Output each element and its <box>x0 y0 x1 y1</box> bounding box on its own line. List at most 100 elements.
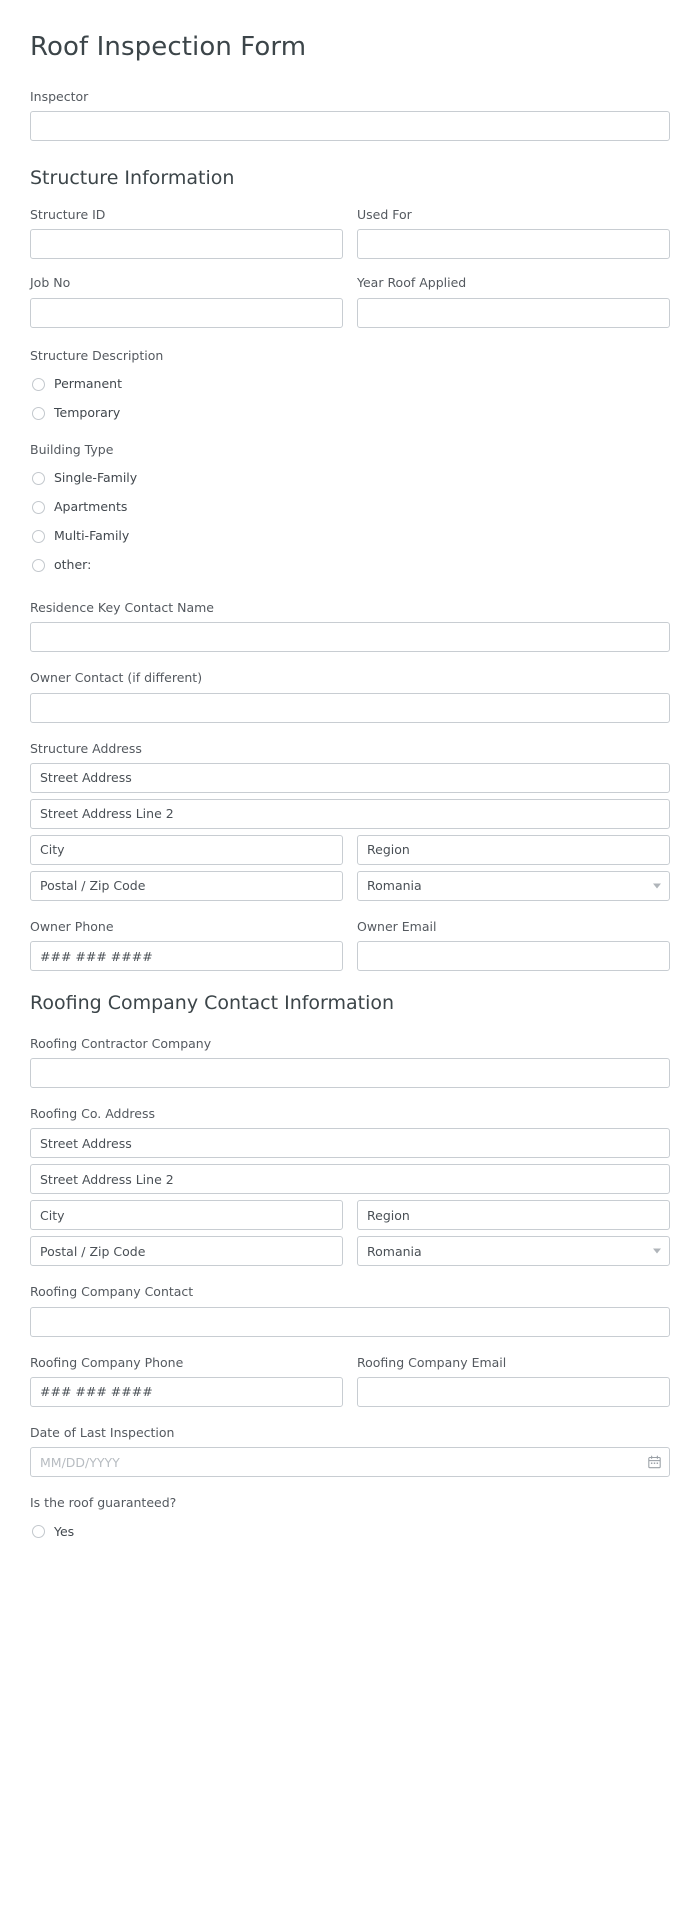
roofing-contractor-company-input[interactable] <box>30 1058 670 1089</box>
radio-label-apartments: Apartments <box>54 499 128 515</box>
roofing-address-region-input[interactable] <box>357 1200 670 1231</box>
radio-circle-icon <box>32 472 45 486</box>
radio-circle-icon <box>32 377 45 391</box>
roofing-address-postal-wrap <box>30 1236 343 1267</box>
year-roof-applied-label: Year Roof Applied <box>357 275 467 291</box>
roofing-company-contact-label: Roofing Company Contact <box>30 1284 194 1300</box>
roofing-address-street1-input[interactable] <box>30 1128 670 1159</box>
job-no-label: Job No <box>30 275 71 291</box>
structure-address-city-input[interactable] <box>30 834 343 865</box>
radio-option-yes[interactable]: Yes <box>30 1517 670 1546</box>
field-structure-id: Structure ID <box>30 207 343 260</box>
used-for-input[interactable] <box>357 229 670 260</box>
radio-circle-icon <box>32 406 45 420</box>
structure-address-city-wrap <box>30 834 343 865</box>
field-roofing-company-phone: Roofing Company Phone <box>30 1355 343 1407</box>
radio-option-other[interactable]: other: <box>30 551 670 580</box>
structure-address-region-wrap <box>357 834 670 865</box>
chevron-down-icon <box>653 883 661 889</box>
field-date-of-last-inspection: Date of Last Inspection <box>30 1424 670 1478</box>
radio-label-permanent: Permanent <box>54 376 122 392</box>
roofing-co-address-label: Roofing Co. Address <box>30 1106 156 1122</box>
structure-address-postal-country-row: Romania <box>30 870 670 901</box>
radio-circle-icon <box>32 559 45 573</box>
radio-circle-icon <box>32 530 45 544</box>
roofing-company-phone-label: Roofing Company Phone <box>30 1354 184 1370</box>
owner-phone-label: Owner Phone <box>30 918 114 934</box>
roofing-address-city-input[interactable] <box>30 1200 343 1231</box>
structure-address-postal-input[interactable] <box>30 870 343 901</box>
structure-address-street2-input[interactable] <box>30 798 670 829</box>
date-of-last-inspection-input[interactable] <box>30 1447 670 1478</box>
calendar-icon[interactable] <box>648 1455 661 1469</box>
radio-label-yes: Yes <box>54 1523 75 1539</box>
structure-description-label: Structure Description <box>30 347 164 363</box>
roof-inspection-form: Roof Inspection Form Inspector Structure… <box>0 0 700 1546</box>
roofing-address-street2-input[interactable] <box>30 1164 670 1195</box>
owner-contact-label: Owner Contact (if different) <box>30 670 203 686</box>
owner-email-input[interactable] <box>357 941 670 972</box>
radio-option-single-family[interactable]: Single-Family <box>30 464 670 493</box>
roofing-address-postal-input[interactable] <box>30 1236 343 1267</box>
year-roof-applied-input[interactable] <box>357 297 670 328</box>
field-owner-phone: Owner Phone <box>30 918 343 972</box>
field-roofing-co-address: Roofing Co. Address Street Address Stree… <box>30 1106 670 1267</box>
roofing-address-street2-wrap <box>30 1164 670 1195</box>
field-roofing-contractor-company: Roofing Contractor Company <box>30 1035 670 1089</box>
roofing-company-contact-input[interactable] <box>30 1306 670 1337</box>
radio-label-temporary: Temporary <box>54 405 121 421</box>
structure-address-label: Structure Address <box>30 740 142 756</box>
field-job-no: Job No <box>30 275 343 328</box>
row-structure-id-used-for: Structure ID Used For <box>30 207 670 260</box>
row-roofing-company-phone-email: Roofing Company Phone Roofing Company Em… <box>30 1355 670 1407</box>
structure-address-street1-input[interactable] <box>30 762 670 793</box>
roofing-company-email-input[interactable] <box>357 1376 670 1407</box>
structure-address-city-region-row <box>30 834 670 865</box>
structure-description-radio-group: Permanent Temporary <box>30 370 670 428</box>
roofing-company-section: Roofing Company Contact Information Roof… <box>30 992 670 1546</box>
roofing-company-email-label: Roofing Company Email <box>357 1354 507 1370</box>
field-used-for: Used For <box>357 207 670 260</box>
structure-address-country-select[interactable]: Romania <box>357 870 670 901</box>
structure-address-country-wrap: Romania <box>357 870 670 901</box>
inspector-label: Inspector <box>30 89 89 105</box>
used-for-label: Used For <box>357 207 412 223</box>
structure-address-country-select-wrap: Romania <box>357 870 670 901</box>
field-building-type: Building Type Single-Family Apartments M… <box>30 442 670 580</box>
structure-id-input[interactable] <box>30 229 343 260</box>
roofing-address-city-wrap <box>30 1200 343 1231</box>
field-owner-contact: Owner Contact (if different) <box>30 670 670 723</box>
structure-address-street1-wrap <box>30 762 670 793</box>
inspector-input[interactable] <box>30 111 670 142</box>
chevron-down-icon <box>653 1248 661 1254</box>
field-structure-description: Structure Description Permanent Temporar… <box>30 348 670 428</box>
field-roofing-company-contact: Roofing Company Contact <box>30 1284 670 1337</box>
owner-email-label: Owner Email <box>357 918 437 934</box>
radio-option-permanent[interactable]: Permanent <box>30 370 670 399</box>
field-structure-address: Structure Address Street Address Street … <box>30 741 670 901</box>
field-roofing-company-email: Roofing Company Email <box>357 1355 670 1407</box>
owner-contact-input[interactable] <box>30 692 670 723</box>
field-residence-key-contact-name: Residence Key Contact Name <box>30 600 670 653</box>
radio-label-other: other: <box>54 557 92 573</box>
field-owner-email: Owner Email <box>357 918 670 972</box>
roofing-contractor-company-label: Roofing Contractor Company <box>30 1035 212 1051</box>
radio-option-temporary[interactable]: Temporary <box>30 399 670 428</box>
residence-key-contact-name-label: Residence Key Contact Name <box>30 600 215 616</box>
roofing-company-phone-input[interactable] <box>30 1376 343 1407</box>
radio-option-multi-family[interactable]: Multi-Family <box>30 522 670 551</box>
job-no-input[interactable] <box>30 297 343 328</box>
structure-address-country-value: Romania <box>367 878 422 894</box>
residence-key-contact-name-input[interactable] <box>30 622 670 653</box>
date-of-last-inspection-label: Date of Last Inspection <box>30 1424 175 1440</box>
building-type-label: Building Type <box>30 441 114 457</box>
field-inspector: Inspector <box>30 89 670 142</box>
roofing-address-country-select[interactable]: Romania <box>357 1236 670 1267</box>
owner-phone-input[interactable] <box>30 941 343 972</box>
radio-option-apartments[interactable]: Apartments <box>30 493 670 522</box>
structure-information-heading: Structure Information <box>30 167 235 190</box>
structure-address-street2-wrap <box>30 798 670 829</box>
roofing-address-country-wrap: Romania <box>357 1236 670 1267</box>
structure-address-region-input[interactable] <box>357 834 670 865</box>
roofing-address-country-value: Romania <box>367 1243 422 1259</box>
